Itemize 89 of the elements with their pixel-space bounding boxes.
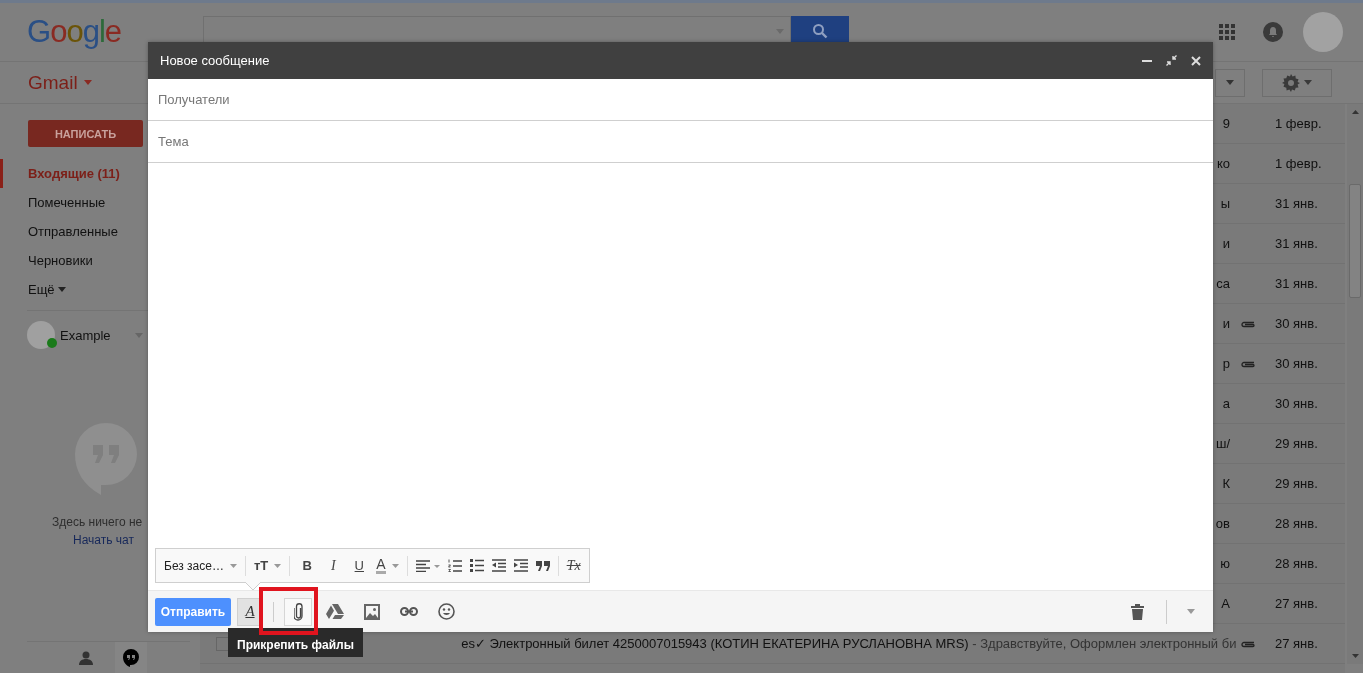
subject-text: ы bbox=[1220, 196, 1230, 211]
triangle-icon bbox=[326, 604, 344, 619]
send-button[interactable]: Отправить bbox=[155, 597, 231, 626]
scroll-up-icon[interactable] bbox=[1351, 110, 1359, 114]
link-icon bbox=[400, 607, 418, 616]
caret-icon bbox=[391, 563, 399, 568]
smiley-icon bbox=[437, 603, 455, 620]
caret-icon bbox=[274, 563, 282, 568]
hangouts-button[interactable] bbox=[115, 642, 147, 673]
scroll-down-icon[interactable] bbox=[1351, 654, 1359, 658]
quote-icon[interactable] bbox=[535, 560, 550, 571]
settings-icon bbox=[1282, 73, 1300, 92]
date-text: 29 янв. bbox=[1274, 476, 1318, 491]
subject-text: ов bbox=[1215, 516, 1230, 531]
text-color-button[interactable]: A bbox=[376, 553, 399, 578]
align-icon[interactable] bbox=[415, 559, 440, 572]
scrollbar[interactable] bbox=[1347, 104, 1363, 664]
minimize-icon[interactable] bbox=[1142, 59, 1152, 62]
font-dropdown[interactable]: Без засе… bbox=[164, 553, 237, 578]
start-chat-link[interactable]: Начать чат bbox=[73, 533, 134, 547]
avatar bbox=[27, 321, 55, 349]
recipients-field[interactable]: Получатели bbox=[148, 79, 1213, 121]
subject-text: ш/ bbox=[1215, 436, 1230, 451]
chat-bubble-icon bbox=[123, 649, 139, 667]
bulleted-list-icon[interactable] bbox=[469, 559, 484, 572]
caret-icon[interactable] bbox=[57, 287, 66, 292]
subject-text: са bbox=[1216, 276, 1230, 291]
attach-button[interactable] bbox=[284, 597, 312, 626]
settings-button[interactable] bbox=[1262, 68, 1332, 97]
subject-text: ✓ Электронный билет 4250007015943 (КОТИН ЕКАТЕРИНА РУСЛАНОВНА MRS) - Здравствуйте, Оформлен электронный би bbox=[475, 636, 1237, 651]
date-text: 30 янв. bbox=[1274, 396, 1318, 411]
date-text: 30 янв. bbox=[1274, 356, 1318, 371]
date-text: 30 янв. bbox=[1274, 316, 1318, 331]
caret-icon bbox=[1226, 80, 1234, 85]
date-text: 28 янв. bbox=[1274, 556, 1318, 571]
user-name[interactable]: Example bbox=[60, 327, 111, 343]
compose-button[interactable]: НАПИСАТЬ bbox=[28, 120, 143, 147]
increase-indent-icon[interactable] bbox=[513, 559, 528, 572]
exit-fullscreen-icon[interactable] bbox=[1166, 55, 1177, 66]
underline-button[interactable]: U bbox=[350, 553, 369, 578]
date-text: 27 янв. bbox=[1274, 636, 1318, 651]
decrease-indent-icon[interactable] bbox=[491, 559, 506, 572]
subject-text: ю bbox=[1220, 556, 1230, 571]
italic-button[interactable]: I bbox=[324, 553, 343, 578]
empty-chat-text: Здесь ничего не bbox=[52, 515, 143, 529]
numbered-list-icon[interactable] bbox=[447, 558, 462, 573]
bold-button[interactable]: B bbox=[298, 553, 317, 578]
font-size-button[interactable]: тT bbox=[254, 553, 282, 578]
subject-text: А bbox=[1221, 596, 1230, 611]
date-text: 28 янв. bbox=[1274, 516, 1318, 531]
subject-text: р bbox=[1222, 356, 1230, 371]
trash-icon[interactable] bbox=[1131, 603, 1144, 620]
date-text: 1 февр. bbox=[1274, 156, 1322, 171]
subject-text: и bbox=[1222, 236, 1230, 251]
subject-text: и bbox=[1222, 316, 1230, 331]
search-icon bbox=[812, 23, 828, 39]
scrollbar-thumb[interactable] bbox=[1349, 184, 1361, 298]
person-icon[interactable] bbox=[79, 651, 93, 665]
date-text: 1 февр. bbox=[1274, 116, 1322, 131]
notifications-icon[interactable] bbox=[1263, 22, 1283, 42]
date-text: 29 янв. bbox=[1274, 436, 1318, 451]
folder-item[interactable]: Отправленные bbox=[28, 217, 118, 246]
dropdown-button[interactable] bbox=[1215, 68, 1245, 97]
caret-icon bbox=[230, 563, 237, 568]
close-icon[interactable] bbox=[1191, 55, 1201, 66]
caret-icon[interactable] bbox=[1187, 609, 1195, 614]
folder-item[interactable]: Помеченные bbox=[28, 188, 106, 217]
photo-icon bbox=[364, 603, 380, 620]
date-text: 27 янв. bbox=[1274, 596, 1318, 611]
date-text: 31 янв. bbox=[1274, 196, 1318, 211]
paperclip-icon bbox=[293, 602, 303, 621]
date-text: 31 янв. bbox=[1274, 236, 1318, 251]
subject-text: 9 bbox=[1222, 116, 1230, 131]
caret-icon bbox=[1304, 80, 1312, 85]
folder-item[interactable]: Черновики bbox=[28, 246, 93, 275]
clear-formatting-button[interactable]: Tx bbox=[566, 553, 581, 578]
folder-item[interactable]: Входящие (11) bbox=[0, 159, 120, 188]
more-link[interactable]: Ещё bbox=[28, 282, 55, 297]
window-title: Новое сообщение bbox=[160, 53, 270, 68]
sender-text: es bbox=[461, 636, 475, 651]
subject-text: а bbox=[1222, 396, 1230, 411]
subject-text: К bbox=[1222, 476, 1230, 491]
caret-icon[interactable] bbox=[83, 80, 92, 85]
subject-field[interactable]: Тема bbox=[148, 121, 1213, 163]
date-text: 31 янв. bbox=[1274, 276, 1318, 291]
apps-grid-icon[interactable] bbox=[1219, 24, 1235, 40]
subject-text: ко bbox=[1216, 156, 1230, 171]
tooltip: Прикрепить файлы bbox=[228, 628, 363, 657]
gmail-menu[interactable]: Gmail bbox=[28, 71, 78, 94]
